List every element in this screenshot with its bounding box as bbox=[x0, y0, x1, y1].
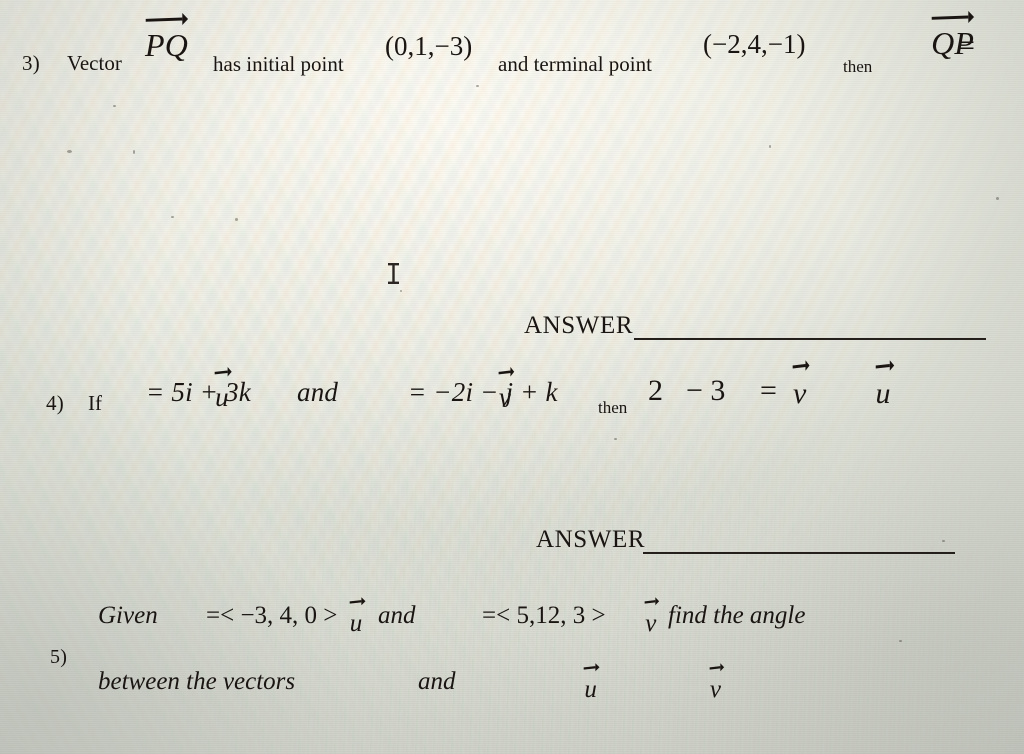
problem-4-u-expression: = 5i + 3k bbox=[146, 377, 251, 407]
problem-4-result-v: v bbox=[792, 360, 810, 411]
vector-arrow-icon bbox=[145, 11, 189, 27]
problem-3-equals: = bbox=[958, 29, 975, 62]
problem-5-v-symbol-line2: v bbox=[709, 662, 724, 704]
problem-4-result-equals: = bbox=[760, 374, 777, 407]
problem-5-given: Given bbox=[98, 602, 158, 629]
answer-label-2: ANSWER bbox=[536, 526, 646, 553]
problem-3-text-1: has initial point bbox=[213, 52, 344, 76]
text-cursor-ibeam bbox=[388, 263, 399, 284]
problem-3-initial-point: (0,1,−3) bbox=[385, 31, 473, 61]
problem-5-v-components: =< 5,12, 3 > bbox=[482, 602, 606, 629]
problem-5-conjunction-line2: and bbox=[418, 668, 456, 695]
problem-3-text-2: and terminal point bbox=[498, 52, 652, 76]
problem-4-result-u-letter: u bbox=[875, 377, 891, 410]
problem-4-v-expression: = −2i − j + k bbox=[408, 377, 558, 407]
answer-blank-line-1[interactable] bbox=[634, 338, 986, 340]
problem-4-result-v-letter: v bbox=[793, 377, 807, 410]
problem-5-v-letter-line1: v bbox=[645, 610, 657, 637]
vector-arrow-icon bbox=[792, 358, 810, 373]
problem-5-u-letter-line2: u bbox=[584, 676, 597, 703]
problem-4-result-minus: − 3 bbox=[686, 374, 726, 407]
vector-arrow-icon bbox=[644, 595, 660, 608]
problem-4-connector: then bbox=[598, 398, 628, 417]
problem-5-v-letter-line2: v bbox=[709, 676, 721, 703]
problem-3-number: 3) bbox=[22, 51, 41, 75]
problem-4-result-prefix: 2 bbox=[648, 374, 663, 407]
problem-5-u-letter-line1: u bbox=[349, 610, 363, 637]
problem-3-lead: Vector bbox=[67, 51, 122, 75]
problem-4-lead: If bbox=[88, 391, 102, 415]
answer-label-1: ANSWER bbox=[524, 312, 634, 339]
problem-3-vector-pq: PQ bbox=[145, 13, 189, 64]
problem-5-tail: find the angle bbox=[668, 602, 806, 629]
problem-5-u-symbol-line2: u bbox=[583, 662, 600, 704]
problem-5-line2-lead: between the vectors bbox=[98, 668, 296, 695]
vector-arrow-icon bbox=[875, 358, 894, 373]
problem-5-conjunction-line1: and bbox=[378, 602, 416, 629]
problem-4-result-u: u bbox=[875, 360, 894, 411]
problem-3-connector: then bbox=[843, 57, 873, 76]
vector-arrow-icon bbox=[709, 661, 724, 674]
answer-blank-line-2[interactable] bbox=[643, 552, 955, 554]
problem-5-v-symbol-line1: v bbox=[644, 596, 660, 638]
vector-arrow-icon bbox=[931, 9, 975, 25]
worksheet-content: 3) Vector PQ has initial point (0,1,−3) … bbox=[0, 0, 1024, 754]
problem-5-u-components: =< −3, 4, 0 > bbox=[206, 602, 338, 629]
problem-3-terminal-point: (−2,4,−1) bbox=[703, 29, 806, 59]
problem-3-vector-pq-label: PQ bbox=[145, 27, 189, 63]
vector-arrow-icon bbox=[583, 661, 600, 674]
problem-5-number: 5) bbox=[50, 646, 68, 668]
vector-arrow-icon bbox=[349, 595, 366, 608]
problem-5-u-symbol-line1: u bbox=[349, 596, 366, 638]
problem-4-number: 4) bbox=[46, 391, 65, 415]
problem-4-conjunction: and bbox=[297, 377, 339, 407]
screenshot-root: 3) Vector PQ has initial point (0,1,−3) … bbox=[0, 0, 1024, 754]
